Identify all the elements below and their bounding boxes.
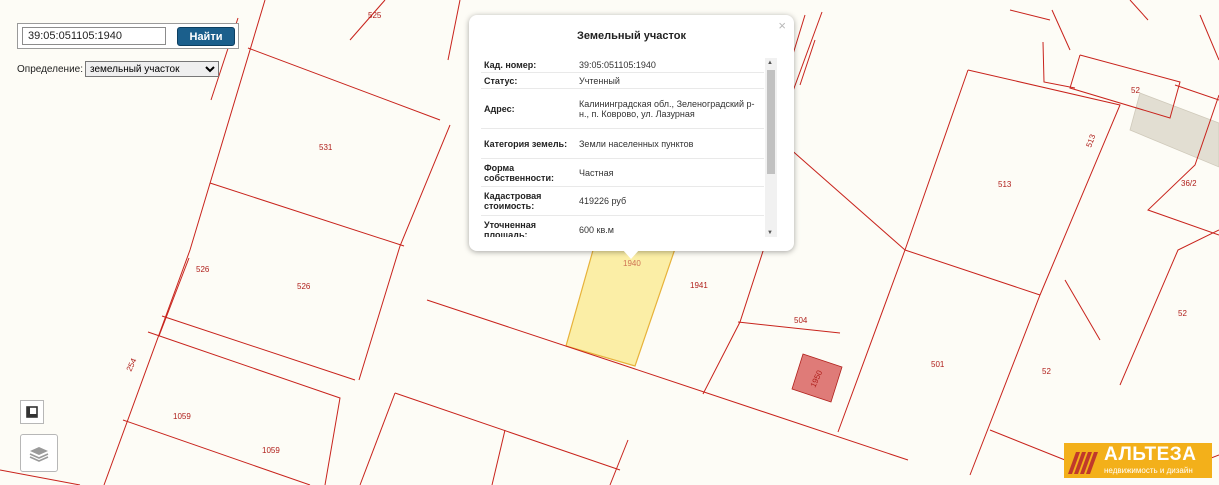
scroll-down-icon[interactable]: ▼	[767, 230, 773, 236]
parcel-label: 1940	[623, 259, 641, 268]
building-gray	[1129, 92, 1219, 168]
row-key: Кадастровая стоимость:	[484, 191, 542, 211]
row-value: 419226 руб	[579, 196, 627, 206]
parcel-label: 525	[368, 11, 382, 20]
table-row: Адрес: Калининградская обл., Зеленоградс…	[481, 89, 764, 129]
parcel-label: 531	[319, 143, 333, 152]
table-row: Статус: Учтенный	[481, 73, 764, 89]
row-value: Учтенный	[579, 75, 620, 86]
table-row: Кадастровая стоимость: 419226 руб	[481, 187, 764, 216]
row-value: Частная	[579, 167, 614, 178]
popup-tail	[622, 249, 640, 259]
parcel-label: 501	[931, 360, 945, 369]
table-row: Уточненная площадь: 600 кв.м	[481, 216, 764, 238]
definition-row: Определение: земельный участок	[17, 61, 220, 77]
row-key: Кад. номер:	[484, 60, 537, 70]
scrollbar-thumb[interactable]	[767, 70, 775, 174]
parcel-label: 1059	[173, 412, 191, 421]
parcel-info-popup: × Земельный участок Кад. номер: 39:05:05…	[469, 15, 794, 259]
parcel-label: 254	[125, 356, 139, 372]
popup-scrollbar[interactable]: ▲ ▼	[765, 58, 777, 237]
row-value: 39:05:051105:1940	[579, 60, 656, 70]
layers-button[interactable]	[20, 434, 58, 472]
find-button[interactable]: Найти	[177, 27, 235, 46]
parcel-label: 52	[1042, 367, 1051, 376]
parcel-label: 36/2	[1181, 179, 1197, 188]
definition-label: Определение:	[17, 63, 84, 75]
row-key: Форма собственности:	[484, 162, 554, 183]
row-value: Калининградская обл., Зеленоградский р-н…	[579, 98, 755, 119]
popup-title: Земельный участок	[577, 30, 686, 42]
parcel-label: 513	[1084, 133, 1097, 149]
logo-tagline: недвижимость и дизайн	[1104, 466, 1193, 475]
layers-icon	[29, 447, 49, 462]
row-key: Категория земель:	[484, 138, 568, 149]
parcel-label: 1941	[690, 281, 708, 290]
row-value: Земли населенных пунктов	[579, 138, 694, 149]
row-key: Уточненная площадь:	[484, 219, 536, 238]
scroll-up-icon[interactable]: ▲	[767, 60, 773, 66]
cadastral-number-input[interactable]	[22, 27, 166, 45]
popup-table: Кад. номер: 39:05:051105:1940 Статус: Уч…	[481, 58, 764, 237]
parcel-label: 504	[794, 316, 808, 325]
row-value: 600 кв.м	[579, 224, 614, 235]
logo-name: АЛЬТЕЗА	[1104, 444, 1197, 465]
row-key: Адрес:	[484, 103, 515, 114]
logo-mark-icon	[1068, 452, 1098, 474]
row-key: Статус:	[484, 75, 518, 86]
parcel-label: 513	[998, 180, 1012, 189]
parcel-label: 526	[196, 265, 210, 274]
table-row: Форма собственности: Частная	[481, 159, 764, 187]
frame-icon	[26, 406, 38, 418]
parcel-label: 526	[297, 282, 311, 291]
table-row: Кад. номер: 39:05:051105:1940	[481, 58, 764, 73]
search-panel: Найти	[17, 23, 239, 49]
parcel-label: 52	[1131, 86, 1140, 95]
table-row: Категория земель: Земли населенных пункт…	[481, 129, 764, 159]
frame-tool-button[interactable]	[20, 400, 44, 424]
definition-select[interactable]: земельный участок	[85, 61, 220, 77]
altezza-logo: АЛЬТЕЗА недвижимость и дизайн	[1064, 443, 1212, 478]
parcel-label: 52	[1178, 309, 1187, 318]
parcel-label: 1059	[262, 446, 280, 455]
